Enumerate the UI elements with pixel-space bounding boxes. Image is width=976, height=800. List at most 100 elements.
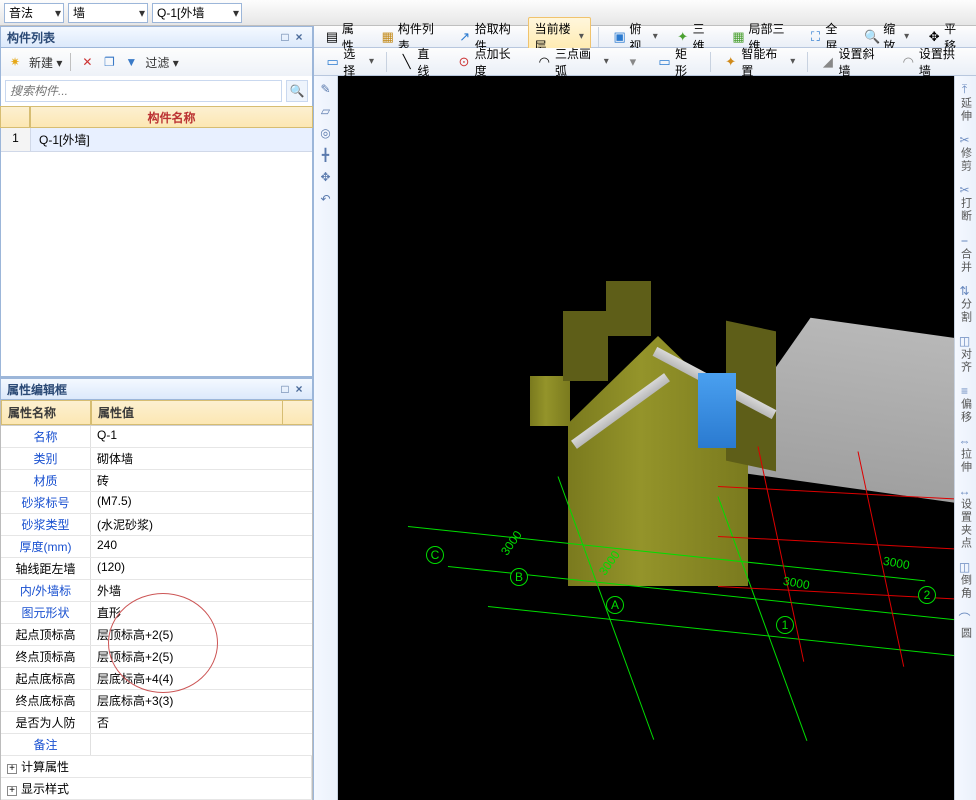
property-key: 材质	[1, 470, 91, 491]
property-row[interactable]: 终点底标高层底标高+3(3)	[1, 690, 312, 712]
component-toolbar: ✷ 新建 ✕ ❐ ▼ 过滤	[0, 48, 313, 76]
property-value[interactable]: 层顶标高+2(5)	[91, 646, 312, 667]
property-row[interactable]: 厚度(mm)240	[1, 536, 312, 558]
expand-icon[interactable]: +	[7, 786, 17, 796]
side-tool-0[interactable]: ⤒延伸	[958, 82, 974, 123]
wall-step-1	[530, 376, 570, 426]
side-tool-2[interactable]: ✂打断	[958, 183, 974, 223]
delete-icon[interactable]: ✕	[79, 54, 95, 70]
property-value[interactable]: 砌体墙	[91, 448, 312, 469]
property-value[interactable]	[91, 734, 312, 755]
more-icon[interactable]: ▾	[618, 51, 648, 73]
close-icon[interactable]: ×	[292, 382, 306, 396]
property-row[interactable]: 轴线距左墙(120)	[1, 558, 312, 580]
search-button[interactable]: 🔍	[286, 80, 308, 102]
left-tool-strip: ✎ ▱ ◎ ╋ ✥ ↶	[314, 76, 338, 800]
tool-brush-icon[interactable]: ✎	[317, 80, 335, 98]
pin-icon[interactable]: □	[278, 382, 292, 396]
property-key: 名称	[1, 426, 91, 447]
property-row[interactable]: 备注	[1, 734, 312, 756]
property-key: 是否为人防	[1, 712, 91, 733]
property-title: 属性编辑框	[7, 381, 67, 398]
side-tool-6[interactable]: ≡偏移	[958, 384, 974, 424]
new-icon[interactable]: ✷	[7, 54, 23, 70]
property-key: 起点底标高	[1, 668, 91, 689]
tool-undo-icon[interactable]: ↶	[317, 190, 335, 208]
dim-1: 3000	[498, 528, 525, 558]
component-list-header: 构件列表 □ ×	[0, 26, 313, 48]
filter-icon[interactable]: ▼	[123, 54, 139, 70]
new-button[interactable]: 新建	[29, 54, 62, 71]
property-key: 图元形状	[1, 602, 91, 623]
property-header: 属性编辑框 □ ×	[0, 378, 313, 400]
axis-label-1: 1	[776, 616, 794, 634]
property-row[interactable]: 材质砖	[1, 470, 312, 492]
property-expander[interactable]: +计算属性	[1, 756, 312, 778]
axis-label-c: C	[426, 546, 444, 564]
property-row[interactable]: 起点顶标高层顶标高+2(5)	[1, 624, 312, 646]
property-expander[interactable]: +显示样式	[1, 778, 312, 800]
pin-icon[interactable]: □	[278, 30, 292, 44]
property-panel: 属性编辑框 □ × 属性名称 属性值 名称Q-1类别砌体墙材质砖砂浆标号(M7.…	[0, 377, 313, 800]
component-table[interactable]: 1 Q-1[外墙]	[0, 128, 313, 377]
property-key: 起点顶标高	[1, 624, 91, 645]
side-tool-1[interactable]: ✂修剪	[958, 133, 974, 173]
property-value[interactable]: 否	[91, 712, 312, 733]
property-row[interactable]: 内/外墙标外墙	[1, 580, 312, 602]
dropdown-category[interactable]: 墙	[68, 3, 148, 23]
property-value[interactable]: 层底标高+4(4)	[91, 668, 312, 689]
side-tool-3[interactable]: ⎯合并	[958, 233, 974, 274]
property-value[interactable]: 砖	[91, 470, 312, 491]
property-row[interactable]: 砂浆标号(M7.5)	[1, 492, 312, 514]
property-value[interactable]: (M7.5)	[91, 492, 312, 513]
property-value[interactable]: (120)	[91, 558, 312, 579]
tool-measure-icon[interactable]: ╋	[317, 146, 335, 164]
property-row[interactable]: 名称Q-1	[1, 426, 312, 448]
dropdown-component[interactable]: Q-1[外墙	[152, 3, 242, 23]
tool-target-icon[interactable]: ◎	[317, 124, 335, 142]
side-tool-8[interactable]: ↔设置夹点	[958, 484, 974, 550]
side-tool-9[interactable]: ◫倒角	[958, 560, 974, 600]
property-row[interactable]: 图元形状直形	[1, 602, 312, 624]
property-row[interactable]: 砂浆类型(水泥砂浆)	[1, 514, 312, 536]
component-list-title: 构件列表	[7, 29, 55, 46]
property-value[interactable]: 直形	[91, 602, 312, 623]
property-value[interactable]: Q-1	[91, 426, 312, 447]
tool-move-icon[interactable]: ✥	[317, 168, 335, 186]
viewport-3d[interactable]: C B A 1 2 3000 3000 3000 3000	[338, 76, 954, 800]
right-column: ▤属性 ▦构件列表 ↗拾取构件 当前楼层 ▣俯视 ✦三维 ▦局部三维 ⛶全屏 🔍…	[314, 26, 976, 800]
side-tool-7[interactable]: ⇔拉伸	[958, 434, 974, 474]
blue-element	[698, 373, 736, 448]
tool-erase-icon[interactable]: ▱	[317, 102, 335, 120]
search-row: 🔍	[0, 76, 313, 106]
table-row[interactable]: 1 Q-1[外墙]	[1, 128, 312, 152]
property-value[interactable]: (水泥砂浆)	[91, 514, 312, 535]
copy-icon[interactable]: ❐	[101, 54, 117, 70]
property-row[interactable]: 终点顶标高层顶标高+2(5)	[1, 646, 312, 668]
property-key: 终点底标高	[1, 690, 91, 711]
filter-button[interactable]: 过滤	[145, 54, 178, 71]
axis-label-a: A	[606, 596, 624, 614]
property-value[interactable]: 外墙	[91, 580, 312, 601]
property-key: 内/外墙标	[1, 580, 91, 601]
close-icon[interactable]: ×	[292, 30, 306, 44]
property-key: 终点顶标高	[1, 646, 91, 667]
right-tool-strip: ⤒延伸 ✂修剪 ✂打断 ⎯合并 ⇅分割 ◫对齐 ≡偏移 ⇔拉伸 ↔设置夹点 ◫倒角 ⌒圆	[954, 76, 976, 800]
draw-ribbon: ▭选择 ╲直线 ⊙点加长度 ◠三点画弧 ▾ ▭矩形 ✦智能布置 ◢设置斜墙 ◠设…	[314, 48, 976, 76]
side-tool-4[interactable]: ⇅分割	[958, 284, 974, 324]
viewport-wrap: ✎ ▱ ◎ ╋ ✥ ↶	[314, 76, 976, 800]
search-input[interactable]	[5, 80, 282, 102]
property-row[interactable]: 是否为人防否	[1, 712, 312, 734]
dropdown-layer[interactable]: 音法	[4, 3, 64, 23]
expand-icon[interactable]: +	[7, 764, 17, 774]
component-column-header: 构件名称	[30, 106, 313, 128]
property-value[interactable]: 层顶标高+2(5)	[91, 624, 312, 645]
property-value[interactable]: 层底标高+3(3)	[91, 690, 312, 711]
side-tool-5[interactable]: ◫对齐	[958, 334, 974, 374]
property-row[interactable]: 起点底标高层底标高+4(4)	[1, 668, 312, 690]
property-row[interactable]: 类别砌体墙	[1, 448, 312, 470]
dim-4: 3000	[882, 554, 911, 572]
side-tool-10[interactable]: ⌒圆	[958, 610, 974, 640]
property-value[interactable]: 240	[91, 536, 312, 557]
wall-step-2	[563, 311, 608, 381]
